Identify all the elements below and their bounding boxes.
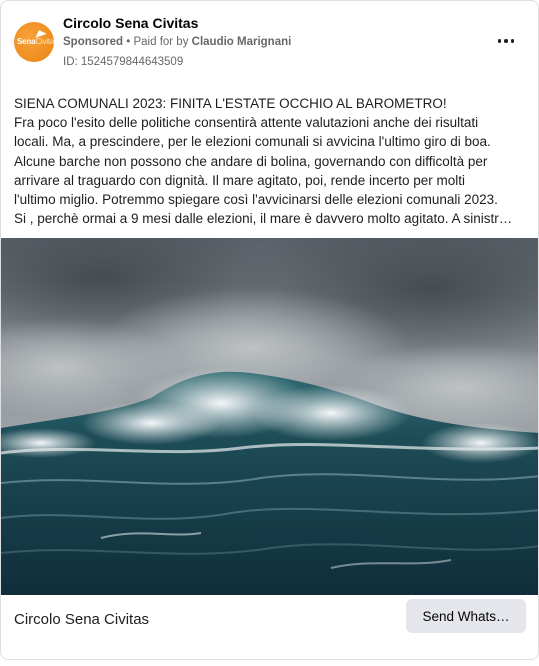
post-body-line-truncated[interactable]: Si , perchè ormai a 9 mesi dalle elezion… bbox=[14, 209, 526, 228]
more-horizontal-icon bbox=[497, 39, 502, 43]
more-horizontal-icon-dot bbox=[504, 39, 508, 43]
separator: • bbox=[123, 36, 134, 48]
page-name[interactable]: Circolo Sena Civitas bbox=[63, 15, 198, 31]
post-body-line: Fra poco l'esito delle politiche consent… bbox=[14, 115, 479, 131]
post-image[interactable] bbox=[1, 238, 538, 595]
ad-card: SenaCivitas Circolo Sena Civitas Sponsor… bbox=[0, 0, 539, 660]
send-whatsapp-button[interactable]: Send Whats… bbox=[406, 599, 526, 633]
paid-for-prefix: Paid for by bbox=[133, 36, 192, 48]
ad-id: ID: 1524579844643509 bbox=[63, 56, 184, 68]
post-body-line: Alcune barche non possono che andare di … bbox=[14, 153, 488, 169]
sponsor-line: Sponsored • Paid for by Claudio Marignan… bbox=[63, 36, 291, 48]
post-body-line: locali. Ma, a prescindere, per le elezio… bbox=[14, 134, 491, 150]
post-header: SenaCivitas Circolo Sena Civitas Sponsor… bbox=[1, 1, 538, 81]
post-body: SIENA COMUNALI 2023: FINITA L'ESTATE OCC… bbox=[14, 94, 526, 228]
sponsored-label: Sponsored bbox=[63, 36, 124, 48]
logo-text: SenaCivitas bbox=[17, 37, 54, 46]
stormy-sea-image bbox=[1, 238, 538, 595]
post-body-line: l'ultimo miglio. Potremmo spiegare così … bbox=[14, 192, 498, 208]
paid-for-name: Claudio Marignani bbox=[191, 36, 292, 48]
post-body-line: arrivare al traguardo con dignità. Il ma… bbox=[14, 172, 465, 188]
footer-page-name[interactable]: Circolo Sena Civitas bbox=[14, 611, 149, 628]
avatar[interactable]: SenaCivitas bbox=[14, 22, 54, 62]
more-horizontal-icon-dot bbox=[510, 39, 515, 43]
post-footer: Circolo Sena Civitas Send Whats… bbox=[1, 595, 538, 655]
post-title-line: SIENA COMUNALI 2023: FINITA L'ESTATE OCC… bbox=[14, 96, 447, 111]
more-options-button[interactable] bbox=[494, 29, 518, 53]
